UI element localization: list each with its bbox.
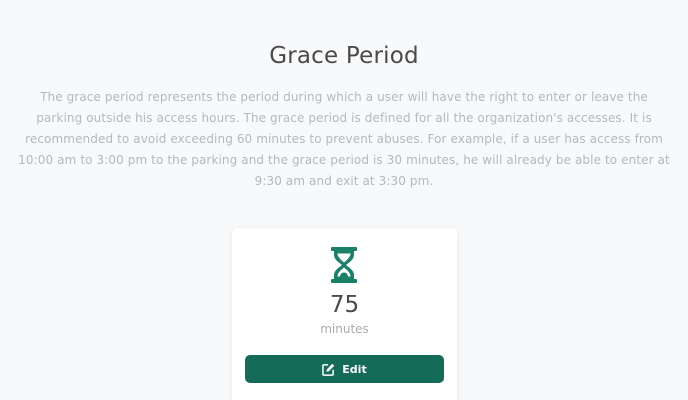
grace-period-card: 75 minutes Edit [232,228,457,400]
page-title: Grace Period [269,43,419,69]
grace-period-unit: minutes [320,322,369,336]
edit-button[interactable]: Edit [245,355,444,383]
hourglass-icon [331,247,357,283]
page-description: The grace period represents the period d… [18,90,670,188]
grace-period-value: 75 [329,292,360,318]
page: Grace Period The grace period represents… [0,0,688,400]
edit-button-label: Edit [342,362,367,376]
edit-icon [322,363,335,376]
